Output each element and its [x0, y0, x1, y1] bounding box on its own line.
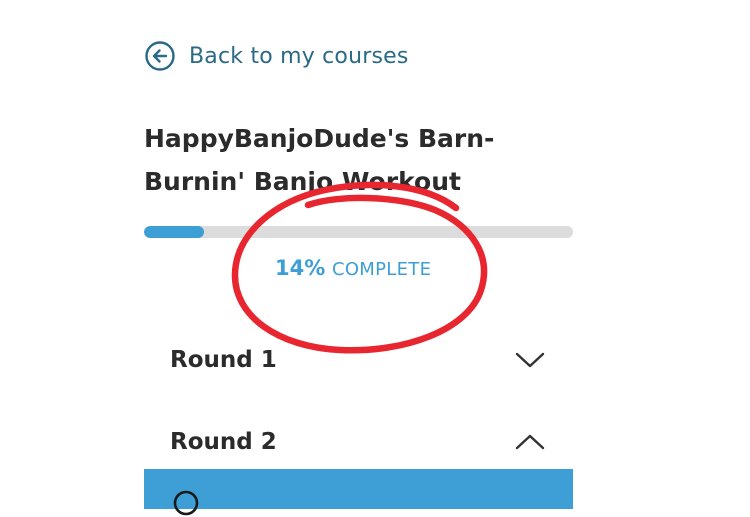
- back-link-label: Back to my courses: [189, 43, 409, 69]
- progress-complete-text: COMPLETE: [331, 259, 432, 280]
- section-round-2[interactable]: Round 2: [170, 422, 545, 462]
- section-title: Round 2: [170, 429, 277, 455]
- chevron-up-icon: [515, 434, 545, 450]
- course-title: HappyBanjoDude's Barn-Burnin' Banjo Work…: [144, 124, 495, 196]
- progress-bar: [144, 226, 573, 238]
- progress-label: 14% COMPLETE: [275, 256, 431, 280]
- progress-bar-fill: [144, 226, 205, 238]
- chevron-down-icon: [515, 352, 545, 368]
- section-title: Round 1: [170, 347, 277, 373]
- section-round-1[interactable]: Round 1: [170, 340, 545, 380]
- progress-percent: 14%: [275, 256, 326, 280]
- active-lesson-item[interactable]: [144, 469, 573, 516]
- arrow-left-circle-icon: [145, 41, 175, 71]
- back-to-courses-link[interactable]: Back to my courses: [144, 39, 409, 73]
- lesson-status-icon: [173, 490, 199, 516]
